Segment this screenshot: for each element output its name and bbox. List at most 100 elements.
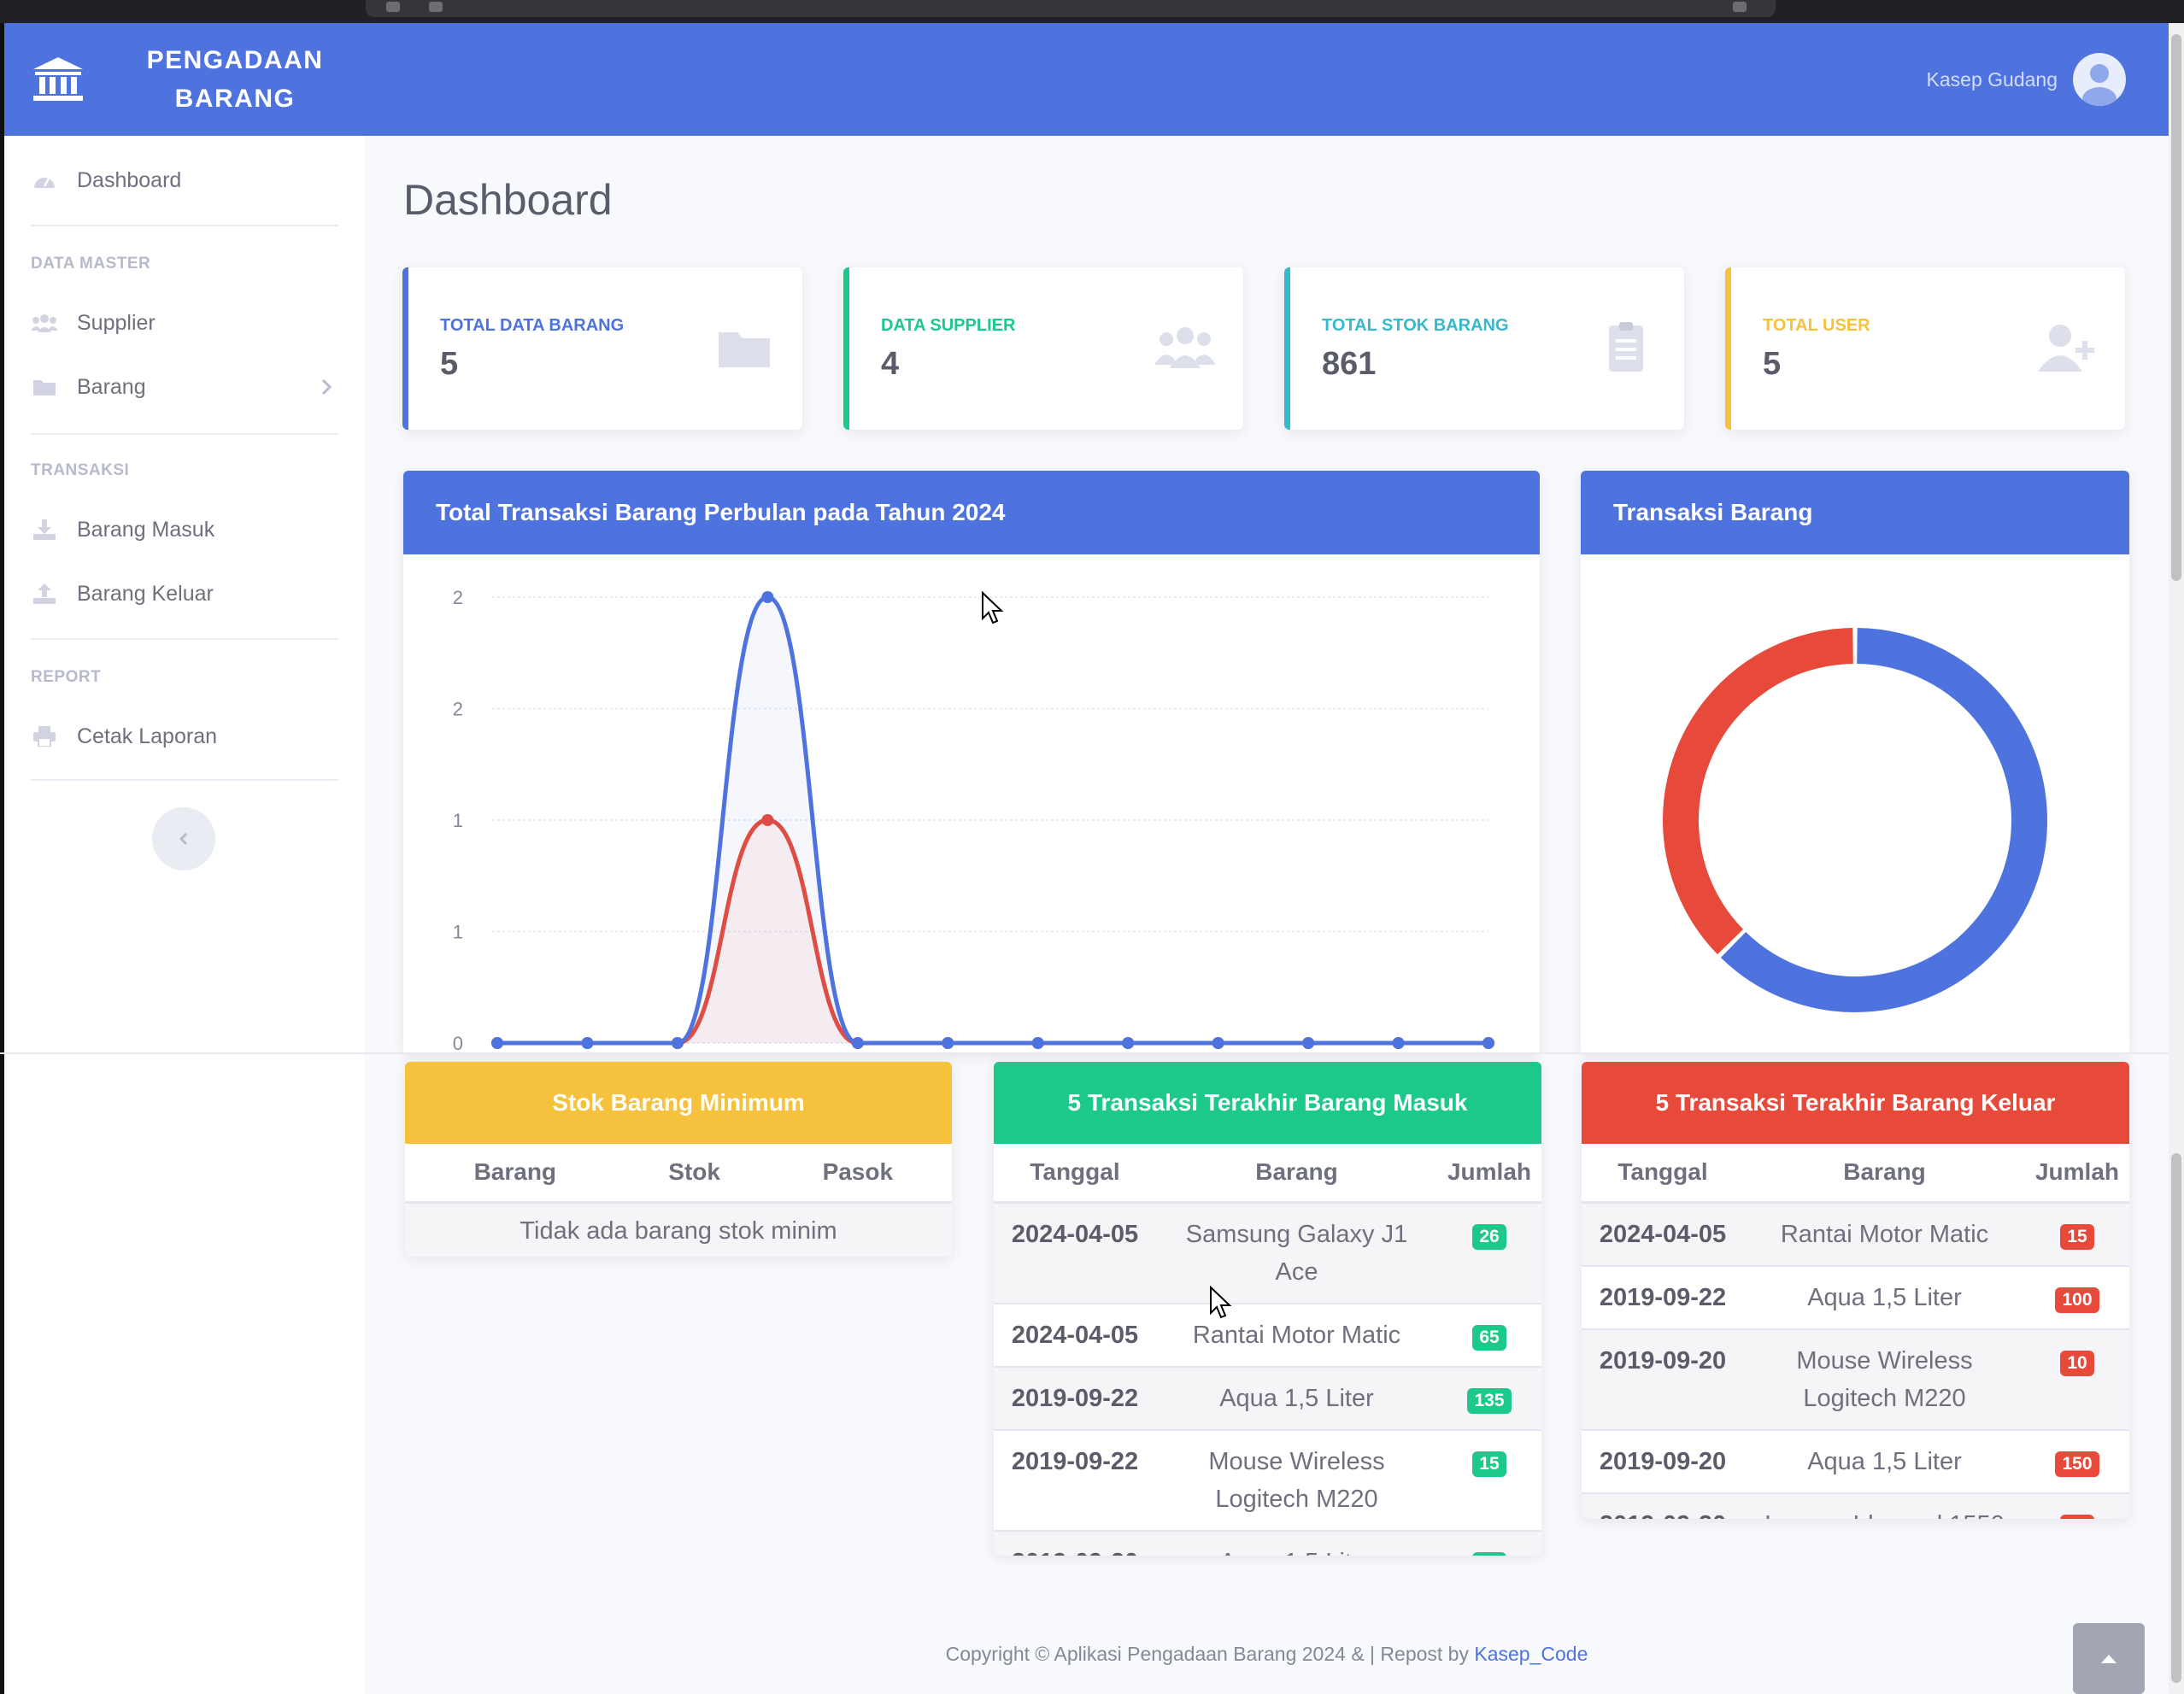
- sidebar-item-barang-keluar[interactable]: Barang Keluar: [31, 577, 338, 611]
- cell-tanggal: 2019-09-22: [994, 1365, 1156, 1430]
- sidebar-item-barang[interactable]: Barang: [31, 370, 338, 404]
- folder-icon: [719, 332, 770, 367]
- column-header: Jumlah: [2025, 1144, 2129, 1204]
- jumlah-badge: 65: [1472, 1324, 1506, 1351]
- stat-card-total-user[interactable]: TOTAL USER 5: [1725, 267, 2125, 430]
- table-row: 2024-04-05 Samsung Galaxy J1 Ace 26: [994, 1201, 1541, 1304]
- cell-tanggal: 2024-04-05: [994, 1302, 1156, 1367]
- y-tick-label: 2: [453, 587, 463, 608]
- brand-line-1: PENGADAAN: [146, 46, 324, 74]
- table-row: 2024-04-05 Rantai Motor Matic 65: [994, 1302, 1541, 1367]
- browser-address-bar[interactable]: [366, 0, 1776, 17]
- stat-card-supplier[interactable]: DATA SUPPLIER 4: [843, 267, 1243, 430]
- sidebar-item-label: Dashboard: [77, 167, 182, 192]
- data-point[interactable]: [581, 1037, 594, 1049]
- data-point[interactable]: [1392, 1037, 1405, 1049]
- scrollbar-thumb[interactable]: [2171, 1153, 2181, 1683]
- sidebar-toggle-button[interactable]: [152, 807, 215, 870]
- data-point[interactable]: [1212, 1037, 1224, 1049]
- footer-link[interactable]: Kasep_Code: [1474, 1643, 1588, 1665]
- data-point[interactable]: [942, 1037, 954, 1049]
- cell-jumlah: 100: [2025, 1264, 2129, 1329]
- clipboard-icon: [1609, 322, 1643, 372]
- cell-barang: Aqua 1,5 Liter: [1744, 1264, 2025, 1329]
- cell-barang: Rantai Motor Matic: [1744, 1201, 2025, 1266]
- y-tick-label: 1: [453, 922, 463, 943]
- sidebar-divider: [31, 433, 338, 435]
- column-header: Jumlah: [1437, 1144, 1541, 1204]
- cell-barang: Mouse Wireless Logitech M220: [1744, 1328, 2025, 1430]
- cell-jumlah: 135: [1437, 1365, 1541, 1430]
- column-header: Tanggal: [994, 1144, 1156, 1204]
- bank-icon: [33, 57, 83, 101]
- jumlah-badge: 26: [1472, 1223, 1506, 1250]
- data-point[interactable]: [851, 1037, 864, 1049]
- sidebar-divider: [31, 638, 338, 640]
- cell-jumlah: 50: [1437, 1529, 1541, 1556]
- sidebar-item-supplier[interactable]: Supplier: [31, 306, 338, 340]
- data-point[interactable]: [1302, 1037, 1315, 1049]
- y-tick-label: 2: [453, 699, 463, 720]
- column-header: Barang: [405, 1144, 625, 1204]
- sidebar-item-dashboard[interactable]: Dashboard: [31, 163, 338, 197]
- bookmark-star-icon[interactable]: [1733, 2, 1747, 12]
- users-icon: [1154, 327, 1216, 368]
- sidebar-item-label: Cetak Laporan: [77, 724, 218, 748]
- topbar: PENGADAAN BARANG Kasep Gudang: [4, 23, 2169, 136]
- column-header: Barang: [1744, 1144, 2025, 1204]
- chevron-right-icon: [321, 378, 332, 396]
- table-row: 2019-09-22 Mouse Wireless Logitech M220 …: [994, 1428, 1541, 1531]
- stat-card-total-stok[interactable]: TOTAL STOK BARANG 861: [1284, 267, 1684, 430]
- data-point[interactable]: [1482, 1037, 1494, 1049]
- y-tick-label: 0: [453, 1033, 463, 1054]
- data-point[interactable]: [671, 1037, 684, 1049]
- cell-tanggal: 2019-09-20: [1582, 1492, 1744, 1519]
- cell-jumlah: 26: [1437, 1201, 1541, 1304]
- footer: Copyright © Aplikasi Pengadaan Barang 20…: [365, 1643, 2169, 1666]
- user-name: Kasep Gudang: [1926, 67, 2058, 91]
- sidebar-divider: [31, 779, 338, 781]
- cell-jumlah: 5: [2025, 1492, 2129, 1519]
- download-icon: [31, 519, 58, 541]
- print-icon: [31, 725, 58, 747]
- stat-label: TOTAL DATA BARANG: [440, 316, 625, 335]
- sidebar-item-barang-masuk[interactable]: Barang Masuk: [31, 513, 338, 547]
- cell-tanggal: 2024-04-05: [994, 1201, 1156, 1304]
- donut-chart[interactable]: [1581, 554, 2129, 1054]
- jumlah-badge: 50: [1472, 1551, 1506, 1556]
- stat-label: TOTAL USER: [1763, 316, 1870, 335]
- cell-barang: Rantai Motor Matic: [1156, 1302, 1437, 1367]
- cell-tanggal: 2019-09-20: [1582, 1428, 1744, 1493]
- data-point[interactable]: [1122, 1037, 1135, 1049]
- stat-card-total-barang[interactable]: TOTAL DATA BARANG 5: [402, 267, 802, 430]
- page-title: Dashboard: [403, 176, 613, 224]
- sidebar-item-cetak-laporan[interactable]: Cetak Laporan: [31, 719, 338, 753]
- pie-slice[interactable]: [1663, 628, 1853, 955]
- user-menu[interactable]: Kasep Gudang: [1927, 23, 2126, 136]
- users-icon: [31, 312, 58, 334]
- folder-icon: [31, 376, 58, 398]
- stat-value: 5: [440, 346, 459, 382]
- stok-minimum-card: Stok Barang Minimum Barang Stok Pasok Ti…: [405, 1062, 952, 1257]
- scroll-to-top-button[interactable]: [2073, 1623, 2145, 1694]
- table-row: 2019-09-20 Lenovo Ideapad 1550 5: [1582, 1492, 2129, 1519]
- scrollbar-thumb[interactable]: [2171, 34, 2181, 581]
- data-point[interactable]: [491, 1037, 503, 1049]
- line-chart-title: Total Transaksi Barang Perbulan pada Tah…: [403, 471, 1540, 554]
- cell-barang: Aqua 1,5 Liter: [1156, 1529, 1437, 1556]
- cell-jumlah: 10: [2025, 1328, 2129, 1430]
- column-header: Tanggal: [1582, 1144, 1744, 1204]
- site-info-icon[interactable]: [386, 2, 400, 12]
- line-chart[interactable]: 0 1 1 2 2: [403, 554, 1540, 1054]
- sidebar-item-label: Barang Masuk: [77, 517, 215, 542]
- pie-slice[interactable]: [1720, 628, 2047, 1012]
- table-row: 2019-09-20 Aqua 1,5 Liter 150: [1582, 1428, 2129, 1493]
- cell-barang: Samsung Galaxy J1 Ace: [1156, 1201, 1437, 1304]
- jumlah-badge: 150: [2055, 1451, 2099, 1477]
- stok-minimum-title: Stok Barang Minimum: [405, 1062, 952, 1144]
- data-point[interactable]: [1031, 1037, 1044, 1049]
- brand[interactable]: PENGADAAN BARANG: [32, 23, 346, 136]
- cell-barang: Mouse Wireless Logitech M220: [1156, 1428, 1437, 1531]
- cell-barang: Lenovo Ideapad 1550: [1744, 1492, 2025, 1519]
- data-point[interactable]: [761, 591, 774, 603]
